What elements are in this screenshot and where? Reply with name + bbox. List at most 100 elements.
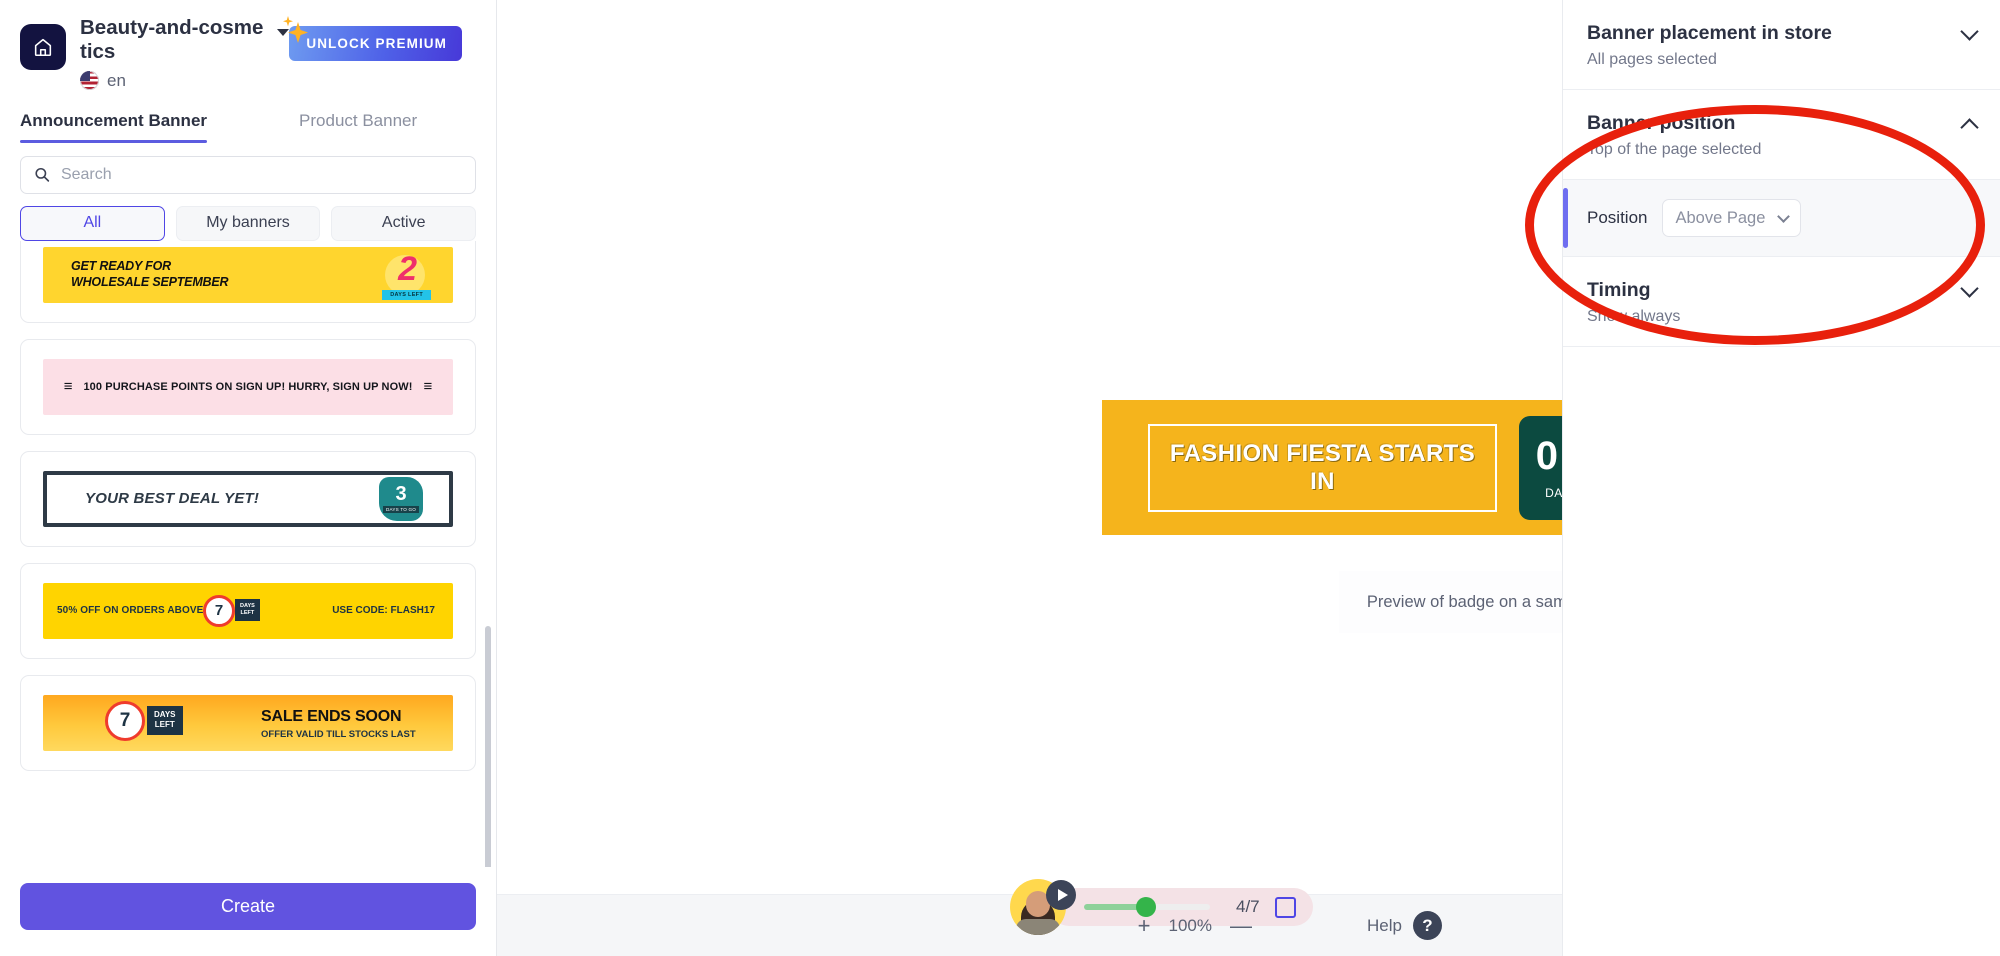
right-settings-panel: Banner placement in store All pages sele…: [1562, 0, 2000, 956]
chevron-down-icon[interactable]: [1960, 22, 1979, 41]
section-subtitle: All pages selected: [1587, 51, 1717, 68]
preview-headline: FASHION FIESTA STARTS IN: [1169, 439, 1476, 495]
help-label: Help: [1367, 915, 1402, 935]
position-select-value: Above Page: [1675, 208, 1766, 227]
search-icon: [35, 168, 50, 183]
canvas-body: Store Insights Trend % 4 ORDERS FASHIO: [497, 0, 2000, 894]
banner-thumb-text: GET READY FOR WHOLESALE SEPTEMBER: [71, 259, 229, 290]
banner-thumb-line1: GET READY FOR: [71, 259, 171, 274]
banner-thumbnail: 50% OFF ON ORDERS ABOVE $300 7 DAYS LEFT…: [43, 582, 453, 639]
days-label-2: LEFT: [154, 720, 175, 730]
banner-days-badge: 3 DAYS TO GO: [379, 476, 423, 521]
banner-type-tabs: Announcement Banner Product Banner: [0, 105, 496, 143]
banner-thumb-text: YOUR BEST DEAL YET!: [85, 490, 260, 508]
section-title: Banner position: [1587, 112, 1736, 134]
us-flag-icon: [80, 71, 99, 91]
language-row[interactable]: en: [80, 71, 289, 91]
canvas-area: Store Insights Trend % 4 ORDERS FASHIO: [497, 0, 2000, 956]
search-input[interactable]: [60, 165, 462, 184]
play-icon: [1057, 889, 1068, 901]
create-wrapper: Create: [0, 867, 496, 956]
search-wrapper: [0, 143, 496, 194]
banner-days-number: 3: [395, 483, 407, 506]
square-icon[interactable]: [1274, 896, 1296, 918]
zoom-value: 100%: [1168, 915, 1212, 935]
sparkle-decoration: ≡: [63, 378, 73, 396]
unlock-premium-button[interactable]: UNLOCK PREMIUM: [289, 26, 462, 61]
banner-card-sale-ends-soon[interactable]: 7 DAYS LEFT SALE ENDS SOON OFFER VALID T…: [20, 674, 476, 771]
section-banner-placement[interactable]: Banner placement in store All pages sele…: [1563, 0, 2000, 90]
section-subtitle: Show always: [1587, 308, 1681, 325]
section-timing[interactable]: Timing Show always: [1563, 257, 2000, 347]
banner-card-purchase-points[interactable]: ≡ 100 PURCHASE POINTS ON SIGN UP! HURRY,…: [20, 338, 476, 435]
section-subtitle: Top of the page selected: [1587, 141, 1762, 158]
position-label: Position: [1587, 208, 1648, 227]
banner-days-label: DAYS TO GO: [382, 506, 420, 514]
section-header: Banner position Top of the page selected: [1587, 112, 1979, 159]
section-banner-position[interactable]: Banner position Top of the page selected: [1563, 90, 2000, 179]
filter-chips: All My banners Active: [0, 194, 496, 241]
banner-thumb-text: SALE ENDS SOON OFFER VALID TILL STOCKS L…: [261, 708, 416, 740]
search-box[interactable]: [20, 155, 476, 194]
minus-icon[interactable]: —: [1230, 913, 1252, 939]
position-field-row: Position Above Page: [1563, 179, 2000, 257]
zoom-controls: + 100% —: [1138, 913, 1252, 939]
chevron-up-icon[interactable]: [1960, 118, 1979, 137]
banner-thumbnail: GET READY FOR WHOLESALE SEPTEMBER 2 DAYS…: [43, 246, 453, 303]
chevron-down-icon[interactable]: [277, 29, 290, 36]
home-button[interactable]: [20, 24, 66, 70]
banner-days-label: DAYS LEFT: [235, 598, 260, 621]
section-text: Banner placement in store All pages sele…: [1587, 22, 1832, 69]
help-controls[interactable]: Help ?: [1367, 911, 1442, 940]
tab-product-banner[interactable]: Product Banner: [299, 105, 417, 143]
clock-icon: 7: [105, 700, 145, 741]
days-label-2: LEFT: [240, 609, 255, 616]
banner-card-wholesale-september[interactable]: GET READY FOR WHOLESALE SEPTEMBER 2 DAYS…: [20, 240, 476, 323]
banner-days-number: 2: [398, 249, 417, 288]
chevron-down-icon[interactable]: [1960, 279, 1979, 298]
app-root: Beauty-and-cosmetics en UNLOCK PREMIUM A…: [0, 0, 2000, 956]
tutorial-slider[interactable]: [1084, 897, 1210, 917]
sidebar-header: Beauty-and-cosmetics en UNLOCK PREMIUM: [0, 0, 496, 91]
banner-thumb-line2: WHOLESALE SEPTEMBER: [71, 274, 229, 289]
banner-thumbnail: YOUR BEST DEAL YET! 3 DAYS TO GO: [43, 470, 453, 527]
avatar-body: [1016, 919, 1060, 935]
banner-card-best-deal[interactable]: YOUR BEST DEAL YET! 3 DAYS TO GO: [20, 450, 476, 547]
banner-card-flash-50-off[interactable]: 50% OFF ON ORDERS ABOVE $300 7 DAYS LEFT…: [20, 562, 476, 659]
banner-days-label: DAYS LEFT: [382, 289, 431, 300]
section-header: Timing Show always: [1587, 279, 1979, 326]
section-title: Banner placement in store: [1587, 22, 1832, 44]
banner-promo-code: USE CODE: FLASH17: [332, 605, 435, 617]
store-selector[interactable]: Beauty-and-cosmetics: [80, 16, 290, 64]
days-label-1: DAYS: [154, 709, 176, 719]
language-code: en: [107, 70, 126, 90]
section-title: Timing: [1587, 279, 1651, 301]
create-button[interactable]: Create: [20, 883, 476, 930]
bottom-toolbar: 4/7 + 100% — Help ?: [497, 879, 1562, 956]
sidebar-scrollbar[interactable]: [485, 625, 491, 867]
section-text: Timing Show always: [1587, 279, 1680, 326]
question-mark-icon[interactable]: ?: [1413, 911, 1442, 940]
sparkle-decoration: ≡: [423, 378, 433, 396]
filter-chip-active[interactable]: Active: [331, 205, 477, 241]
store-block: Beauty-and-cosmetics en: [80, 16, 290, 91]
plus-icon[interactable]: +: [1138, 913, 1151, 939]
banner-thumbnail: 7 DAYS LEFT SALE ENDS SOON OFFER VALID T…: [43, 694, 453, 751]
filter-chip-all[interactable]: All: [20, 205, 165, 241]
days-label-1: DAYS: [240, 602, 255, 609]
tab-announcement-banner[interactable]: Announcement Banner: [20, 105, 208, 143]
section-text: Banner position Top of the page selected: [1587, 112, 1761, 159]
position-select[interactable]: Above Page: [1662, 199, 1802, 237]
banner-thumb-text: 100 PURCHASE POINTS ON SIGN UP! HURRY, S…: [83, 380, 413, 393]
banner-days-label: DAYS LEFT: [147, 705, 183, 735]
preview-headline-box: FASHION FIESTA STARTS IN: [1148, 423, 1497, 512]
store-name: Beauty-and-cosmetics: [80, 16, 264, 63]
filter-chip-my-banners[interactable]: My banners: [175, 205, 321, 241]
chevron-down-icon: [1777, 209, 1791, 223]
home-icon: [34, 38, 52, 57]
play-button[interactable]: [1046, 880, 1076, 910]
section-header: Banner placement in store All pages sele…: [1587, 22, 1979, 69]
banner-thumbnail: ≡ 100 PURCHASE POINTS ON SIGN UP! HURRY,…: [43, 358, 453, 415]
banner-list[interactable]: GET READY FOR WHOLESALE SEPTEMBER 2 DAYS…: [0, 240, 496, 867]
left-sidebar: Beauty-and-cosmetics en UNLOCK PREMIUM A…: [0, 0, 497, 956]
